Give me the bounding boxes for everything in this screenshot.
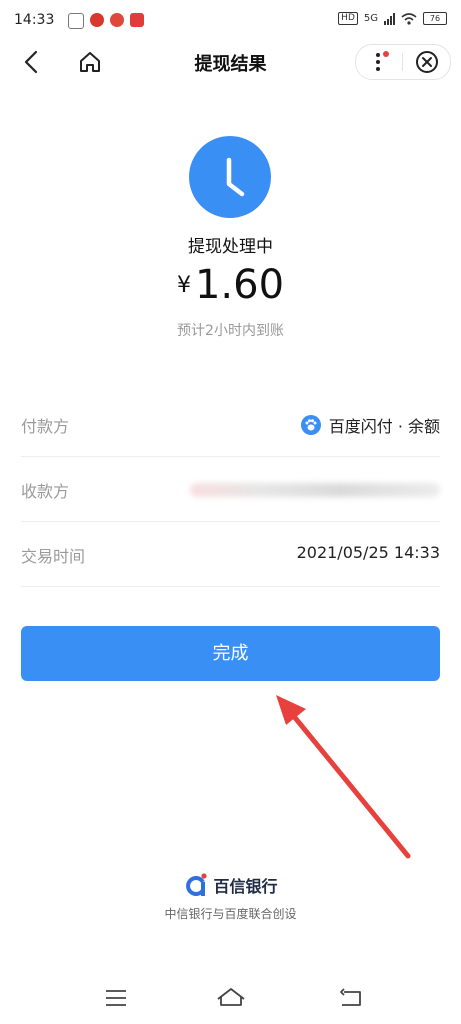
status-bar: 14:33 HD 5G 76 — [0, 0, 461, 40]
system-nav-bar — [0, 980, 461, 1024]
back-nav-icon[interactable] — [338, 988, 364, 1008]
detail-row-payee: 收款方 — [21, 457, 440, 522]
clock-icon — [189, 136, 271, 218]
network-label: 5G — [363, 13, 378, 24]
notification-app-icon — [90, 13, 104, 27]
transaction-time: 2021/05/25 14:33 — [296, 543, 440, 562]
payee-value-redacted — [190, 483, 440, 497]
aibank-logo-icon — [186, 873, 208, 896]
hd-icon: HD — [338, 12, 358, 25]
signal-icon — [384, 12, 395, 25]
mini-program-capsule — [355, 44, 451, 80]
done-button[interactable]: 完成 — [21, 626, 440, 681]
home-nav-icon[interactable] — [216, 986, 246, 1008]
notification-app-icon — [130, 13, 144, 27]
payee-label: 收款方 — [21, 482, 70, 501]
notification-icons — [68, 13, 144, 29]
baidu-paw-icon — [300, 415, 321, 435]
payer-label: 付款方 — [21, 417, 70, 436]
withdraw-amount: ¥1.60 — [0, 262, 461, 308]
brand-subtitle: 中信银行与百度联合创设 — [164, 907, 297, 921]
payer-value: 百度闪付 · 余额 — [328, 417, 440, 436]
status-indicators: HD 5G 76 — [338, 12, 447, 25]
menu-icon[interactable] — [104, 988, 128, 1008]
notification-app-icon — [68, 13, 84, 29]
weibo-icon — [110, 13, 124, 27]
result-status: 提现处理中 — [188, 237, 273, 257]
brand-name: 百信银行 — [213, 877, 278, 896]
payer-value-group: 百度闪付 · 余额 — [300, 413, 440, 437]
time-label: 交易时间 — [21, 547, 86, 566]
wifi-icon — [401, 12, 417, 25]
detail-row-time: 交易时间 2021/05/25 14:33 — [21, 522, 440, 587]
brand-logo-group: 百信银行 — [0, 872, 461, 898]
close-icon[interactable] — [414, 49, 440, 75]
detail-row-payer: 付款方 百度闪付 · 余额 — [21, 392, 440, 457]
status-time: 14:33 — [14, 12, 55, 28]
more-options-icon[interactable] — [366, 49, 392, 75]
battery-icon: 76 — [423, 12, 447, 25]
currency-symbol: ¥ — [176, 273, 191, 298]
amount-value: 1.60 — [194, 262, 285, 308]
capsule-divider — [402, 53, 403, 71]
arrival-estimate: 预计2小时内到账 — [177, 323, 284, 339]
nav-bar: 提现结果 — [0, 40, 461, 84]
